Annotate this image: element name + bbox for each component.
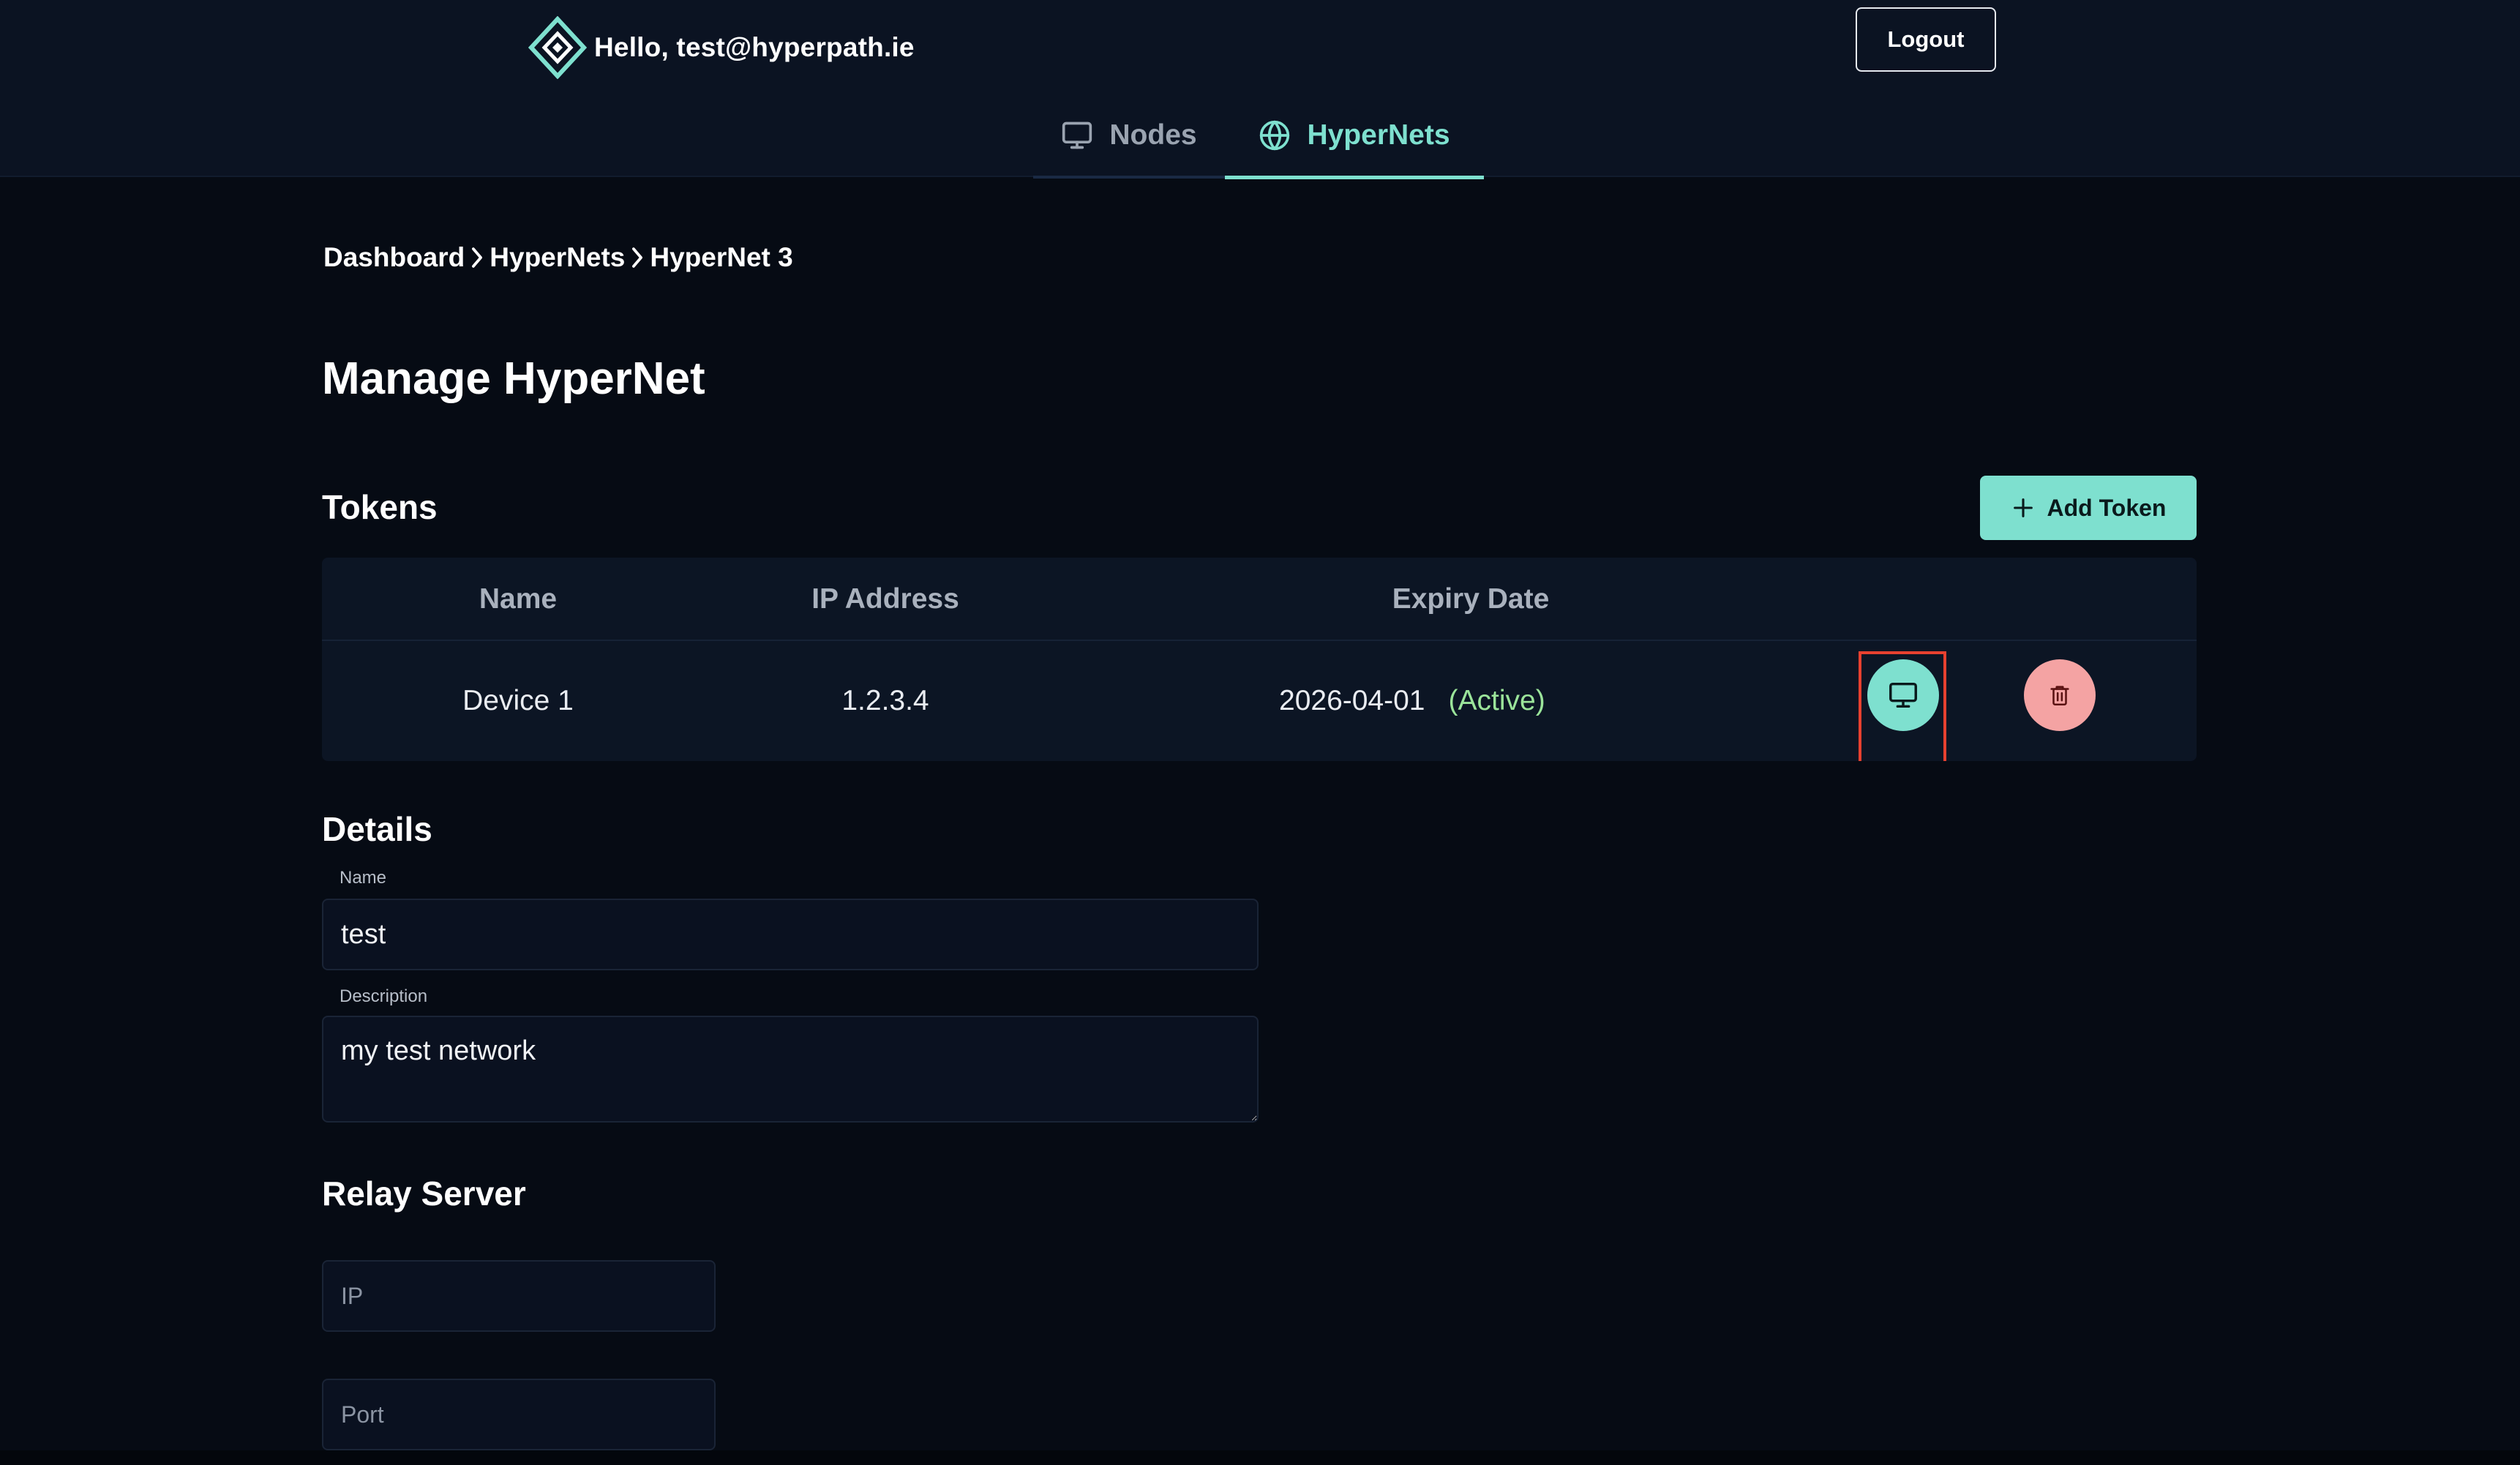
bottom-edge	[0, 1450, 2520, 1465]
breadcrumb-current: HyperNet 3	[650, 242, 793, 272]
globe-icon	[1260, 120, 1290, 151]
name-field[interactable]	[322, 899, 1259, 970]
breadcrumb-dashboard[interactable]: Dashboard	[323, 242, 465, 273]
tokens-table: Name IP Address Expiry Date Device 1 1.2…	[322, 558, 2197, 761]
relay-ip-input[interactable]	[322, 1260, 716, 1332]
logout-button[interactable]: Logout	[1856, 7, 1996, 72]
monitor-icon	[1062, 121, 1092, 149]
description-field[interactable]: my test network	[322, 1016, 1259, 1123]
column-header-expiry: Expiry Date	[1392, 583, 1550, 615]
breadcrumb: Dashboard HyperNets HyperNet 3	[323, 236, 793, 280]
delete-token-button[interactable]	[2024, 659, 2096, 731]
status-badge: (Active)	[1448, 685, 1545, 716]
chevron-right-icon	[472, 247, 483, 268]
column-header-name: Name	[479, 583, 558, 615]
tab-nodes-label: Nodes	[1109, 119, 1197, 151]
table-row: Device 1 1.2.3.4 2026-04-01 (Active)	[322, 641, 2197, 761]
add-token-label: Add Token	[2047, 494, 2167, 521]
diamond-logo-icon	[528, 16, 587, 79]
tab-hypernets-label: HyperNets	[1307, 119, 1450, 151]
greeting-text: Hello, test@hyperpath.ie	[594, 32, 915, 62]
details-section-title: Details	[322, 810, 432, 848]
chevron-right-icon	[632, 247, 643, 268]
view-token-button[interactable]	[1867, 659, 1939, 731]
token-ip-cell: 1.2.3.4	[841, 685, 929, 716]
breadcrumb-hypernets[interactable]: HyperNets	[490, 242, 625, 273]
table-header: Name IP Address Expiry Date	[322, 558, 2197, 641]
tokens-section-title: Tokens	[322, 488, 438, 526]
column-header-ip: IP Address	[811, 583, 959, 615]
tab-hypernets[interactable]: HyperNets	[1225, 95, 1484, 179]
token-expiry-cell: 2026-04-01 (Active)	[1273, 641, 1756, 761]
relay-section-title: Relay Server	[322, 1174, 526, 1213]
add-token-button[interactable]: Add Token	[1980, 476, 2197, 540]
tab-nodes[interactable]: Nodes	[1033, 95, 1225, 179]
plus-icon	[2013, 498, 2033, 517]
name-field-label: Name	[340, 868, 387, 888]
description-field-label: Description	[340, 986, 428, 1006]
token-name-cell: Device 1	[462, 685, 574, 716]
monitor-icon	[1889, 682, 1917, 708]
relay-port-input[interactable]	[322, 1379, 716, 1450]
page-title: Manage HyperNet	[322, 353, 705, 404]
brand: Hello, test@hyperpath.ie	[528, 16, 915, 79]
app-header: Hello, test@hyperpath.ie Logout Nodes Hy…	[0, 0, 2520, 179]
trash-icon	[2050, 686, 2069, 706]
expiry-date: 2026-04-01	[1279, 685, 1425, 716]
